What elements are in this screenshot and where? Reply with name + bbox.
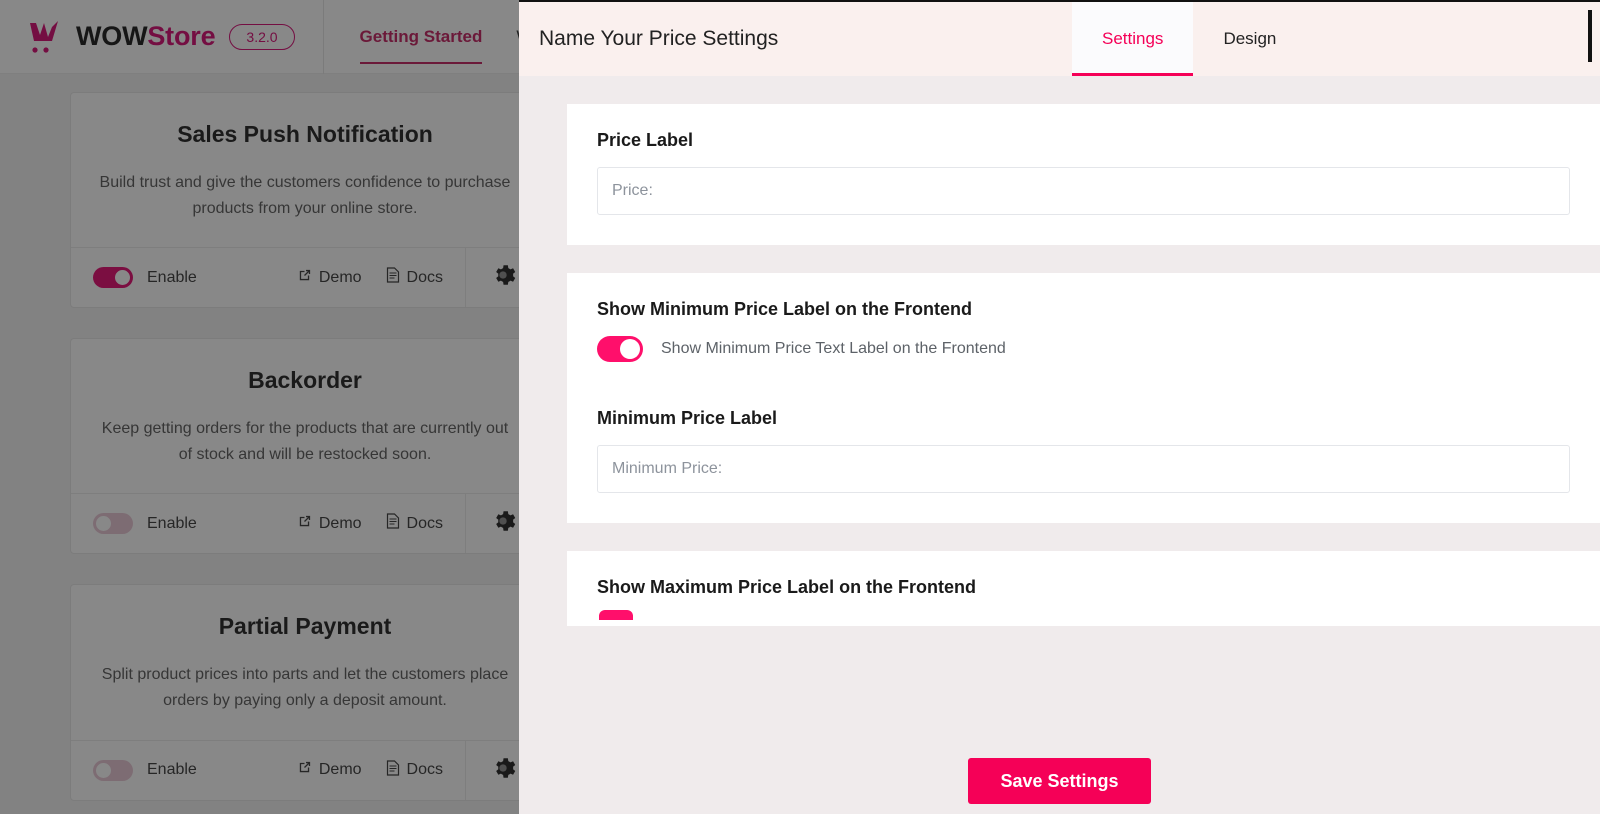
panel-maximum-price: Show Maximum Price Label on the Frontend (567, 551, 1600, 626)
show-minimum-price-heading: Show Minimum Price Label on the Frontend (597, 299, 973, 319)
close-icon[interactable] (1588, 10, 1592, 62)
modal-header: Name Your Price Settings Settings Design (519, 2, 1600, 76)
panel-minimum-price: Show Minimum Price Label on the Frontend… (567, 273, 1600, 523)
settings-modal: Name Your Price Settings Settings Design… (519, 0, 1600, 814)
price-label-heading: Price Label (597, 130, 694, 150)
modal-footer: Save Settings (519, 748, 1600, 814)
panel-price-label: Price Label (567, 104, 1600, 245)
price-label-input[interactable] (597, 167, 1570, 215)
show-minimum-price-toggle[interactable] (597, 336, 643, 362)
tab-settings[interactable]: Settings (1072, 2, 1194, 76)
show-minimum-price-toggle-caption: Show Minimum Price Text Label on the Fro… (661, 340, 1006, 357)
minimum-price-label-heading: Minimum Price Label (597, 408, 778, 428)
toggle-knob (620, 339, 640, 359)
modal-tab-list: Settings Design (1072, 2, 1306, 76)
show-minimum-price-toggle-row: Show Minimum Price Text Label on the Fro… (597, 336, 1570, 362)
show-maximum-price-heading: Show Maximum Price Label on the Frontend (597, 577, 977, 597)
tab-design[interactable]: Design (1193, 2, 1306, 76)
minimum-price-label-input[interactable] (597, 445, 1570, 493)
show-maximum-price-toggle[interactable] (599, 610, 633, 620)
modal-scroll-area[interactable]: Price Label Show Minimum Price Label on … (519, 76, 1600, 748)
save-settings-button[interactable]: Save Settings (968, 758, 1151, 804)
modal-title: Name Your Price Settings (539, 27, 779, 50)
